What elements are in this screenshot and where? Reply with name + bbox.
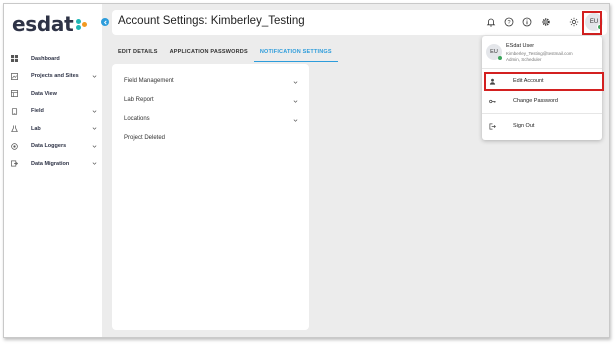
notification-settings-panel: Field Management Lab Report Locations Pr… bbox=[112, 64, 309, 330]
accordion-label: Field Management bbox=[124, 78, 174, 84]
data-loggers-icon bbox=[11, 143, 18, 150]
menu-item-change-password[interactable]: Change Password bbox=[482, 93, 602, 111]
chevron-down-icon bbox=[293, 81, 298, 84]
esdat-logo[interactable]: esdat bbox=[12, 12, 89, 36]
user-email: Kimberley_Testing@testmail.com bbox=[506, 51, 573, 56]
page-title: Account Settings: Kimberley_Testing bbox=[118, 15, 305, 27]
sidebar-item-label: Data Migration bbox=[31, 160, 70, 167]
page-header: Account Settings: Kimberley_Testing ? EU bbox=[112, 10, 607, 35]
notification-project-deleted[interactable]: Project Deleted bbox=[124, 135, 298, 147]
menu-divider bbox=[482, 113, 602, 114]
sidebar-item-data-migration[interactable]: Data Migration bbox=[4, 155, 102, 173]
online-status-dot bbox=[498, 56, 502, 60]
accordion-lab-report[interactable]: Lab Report bbox=[124, 97, 298, 109]
sidebar-item-label: Field bbox=[31, 108, 44, 115]
sidebar-item-label: Lab bbox=[31, 125, 41, 132]
chevron-down-icon bbox=[293, 100, 298, 103]
sidebar-item-dashboard[interactable]: Dashboard bbox=[4, 50, 102, 68]
info-icon[interactable] bbox=[522, 17, 532, 27]
field-icon bbox=[11, 107, 18, 115]
accordion-label: Lab Report bbox=[124, 97, 154, 103]
sidebar-item-label: Projects and Sites bbox=[31, 73, 79, 80]
logo-dots-icon bbox=[75, 17, 89, 31]
theme-sun-icon[interactable] bbox=[569, 17, 579, 27]
sidebar-item-label: Data View bbox=[31, 90, 57, 97]
sidebar-item-data-view[interactable]: Data View bbox=[4, 85, 102, 103]
sidebar: esdat Dashboard Projects and Sites Data … bbox=[4, 4, 102, 337]
bell-icon[interactable] bbox=[486, 17, 496, 27]
chevron-down-icon bbox=[92, 162, 97, 166]
tab-edit-details[interactable]: EDIT DETAILS bbox=[112, 44, 164, 61]
menu-item-sign-out[interactable]: Sign Out bbox=[482, 118, 602, 136]
sidebar-item-field[interactable]: Field bbox=[4, 103, 102, 121]
dashboard-icon bbox=[11, 55, 18, 63]
menu-divider bbox=[482, 68, 602, 69]
user-name: ESdat User bbox=[506, 43, 535, 49]
sidebar-item-data-loggers[interactable]: Data Loggers bbox=[4, 138, 102, 156]
sidebar-item-projects-and-sites[interactable]: Projects and Sites bbox=[4, 68, 102, 86]
chevron-down-icon bbox=[92, 127, 97, 131]
key-icon bbox=[489, 99, 496, 104]
chevron-down-icon bbox=[92, 110, 97, 113]
settings-tabs: EDIT DETAILS APPLICATION PASSWORDS NOTIF… bbox=[112, 44, 338, 62]
sidebar-nav: Dashboard Projects and Sites Data View F… bbox=[4, 50, 102, 173]
lab-icon bbox=[11, 125, 18, 133]
tab-application-passwords[interactable]: APPLICATION PASSWORDS bbox=[164, 44, 254, 61]
collapse-sidebar-button[interactable] bbox=[101, 18, 109, 26]
sidebar-item-lab[interactable]: Lab bbox=[4, 120, 102, 138]
chevron-down-icon bbox=[293, 119, 298, 122]
chevron-down-icon bbox=[92, 145, 97, 148]
avatar: EU bbox=[486, 44, 502, 60]
help-icon[interactable]: ? bbox=[504, 17, 514, 27]
edit-account-highlight-box bbox=[484, 72, 604, 91]
avatar-initials: EU bbox=[490, 49, 498, 55]
user-role: Admin, Scheduler bbox=[506, 57, 542, 62]
data-view-icon bbox=[11, 90, 18, 98]
chevron-left-icon bbox=[103, 19, 107, 25]
menu-item-label: Sign Out bbox=[513, 123, 535, 129]
svg-text:?: ? bbox=[507, 20, 510, 26]
accordion-field-management[interactable]: Field Management bbox=[124, 78, 298, 90]
notification-label: Project Deleted bbox=[124, 135, 166, 141]
accordion-locations[interactable]: Locations bbox=[124, 116, 298, 128]
data-migration-icon bbox=[11, 160, 18, 167]
sign-out-icon bbox=[489, 123, 496, 130]
sidebar-item-label: Data Loggers bbox=[31, 143, 67, 150]
app-window: esdat Dashboard Projects and Sites Data … bbox=[3, 3, 610, 338]
sidebar-item-label: Dashboard bbox=[31, 55, 60, 62]
tab-notification-settings[interactable]: NOTIFICATION SETTINGS bbox=[253, 44, 338, 62]
avatar-highlight-box bbox=[582, 11, 602, 35]
projects-icon bbox=[11, 72, 18, 80]
menu-item-label: Change Password bbox=[513, 98, 558, 104]
chevron-down-icon bbox=[92, 75, 97, 78]
gear-icon[interactable] bbox=[541, 17, 551, 27]
accordion-label: Locations bbox=[124, 116, 150, 122]
logo-text: esdat bbox=[12, 12, 74, 36]
